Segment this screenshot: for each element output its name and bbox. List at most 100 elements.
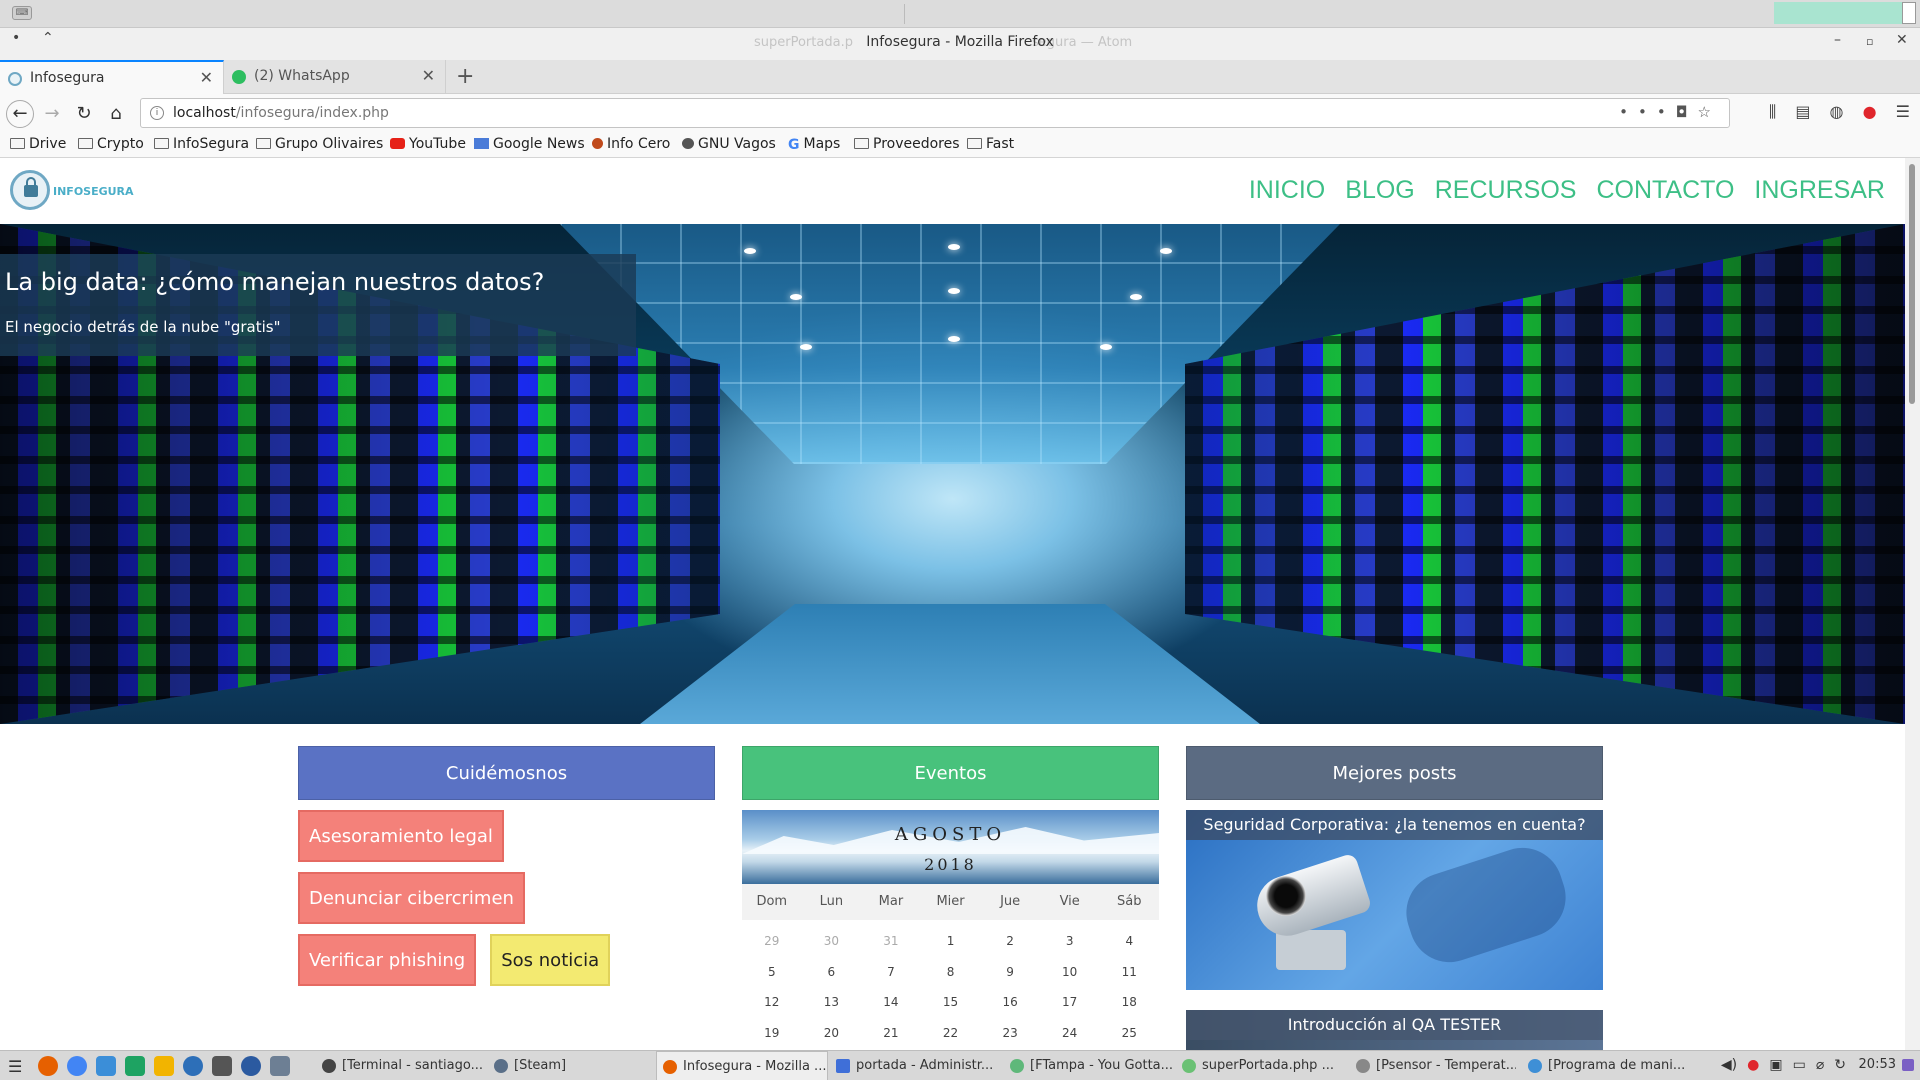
nav-contacto[interactable]: CONTACTO bbox=[1596, 176, 1734, 205]
notification-icon[interactable] bbox=[1902, 1059, 1914, 1071]
post-title[interactable]: Introducción al QA TESTER bbox=[1186, 1010, 1603, 1040]
window-icon[interactable] bbox=[270, 1056, 290, 1076]
bookmark-google-news[interactable]: Google News bbox=[474, 136, 585, 152]
home-button[interactable]: ⌂ bbox=[104, 102, 128, 126]
hero-title[interactable]: La big data: ¿cómo manejan nuestros dato… bbox=[5, 268, 544, 296]
close-window-button[interactable]: ✕ bbox=[1896, 32, 1908, 48]
denunciar-cibercrimen-button[interactable]: Denunciar cibercrimen bbox=[298, 872, 525, 924]
sidebar-icon[interactable]: ▤ bbox=[1795, 102, 1810, 121]
task-firefox[interactable]: Infosegura - Mozilla ... bbox=[656, 1051, 828, 1080]
temperature-icon[interactable]: ⌀ bbox=[1816, 1057, 1824, 1073]
sos-noticia-button[interactable]: Sos noticia bbox=[490, 934, 611, 986]
spreadsheet-icon[interactable] bbox=[125, 1056, 145, 1076]
calendar-day[interactable]: 14 bbox=[861, 987, 921, 1018]
asesoramiento-legal-button[interactable]: Asesoramiento legal bbox=[298, 810, 504, 862]
nav-ingresar[interactable]: INGRESAR bbox=[1754, 176, 1885, 205]
verificar-phishing-button[interactable]: Verificar phishing bbox=[298, 934, 477, 986]
infosegura-logo-icon[interactable] bbox=[10, 170, 50, 210]
url-bar[interactable]: i localhost/infosegura/index.php •••◘☆ bbox=[140, 98, 1730, 128]
library-icon[interactable]: ⫼ bbox=[1769, 102, 1776, 122]
post-card[interactable]: Seguridad Corporativa: ¿la tenemos en cu… bbox=[1186, 810, 1603, 990]
task-psensor[interactable]: [Psensor - Temperat... bbox=[1350, 1051, 1516, 1080]
update-icon[interactable]: ↻ bbox=[1834, 1057, 1846, 1073]
calendar-day[interactable]: 25 bbox=[1099, 1018, 1159, 1049]
maximize-button[interactable]: ▫ bbox=[1866, 35, 1873, 48]
brand-name[interactable]: INFOSEGURA bbox=[53, 185, 134, 198]
calendar-day[interactable]: 7 bbox=[861, 957, 921, 988]
applications-menu-icon[interactable]: ☰ bbox=[8, 1057, 22, 1076]
page-scrollbar[interactable] bbox=[1905, 158, 1920, 1050]
bookmark-proveedores[interactable]: Proveedores bbox=[854, 136, 960, 152]
calendar-day[interactable]: 15 bbox=[921, 987, 981, 1018]
calendar-day[interactable]: 16 bbox=[980, 987, 1040, 1018]
reload-button[interactable]: ↻ bbox=[72, 102, 96, 126]
minimize-button[interactable]: – bbox=[1834, 32, 1841, 48]
calendar-day[interactable]: 6 bbox=[802, 957, 862, 988]
chrome-icon[interactable] bbox=[67, 1056, 87, 1076]
post-card[interactable]: Introducción al QA TESTER bbox=[1186, 1010, 1603, 1050]
calendar-day[interactable]: 1 bbox=[921, 926, 981, 957]
calendar-day[interactable]: 17 bbox=[1040, 987, 1100, 1018]
calendar-day[interactable]: 8 bbox=[921, 957, 981, 988]
calendar-day[interactable]: 11 bbox=[1099, 957, 1159, 988]
calendar-day[interactable]: 30 bbox=[802, 926, 862, 957]
hero-banner[interactable]: La big data: ¿cómo manejan nuestros dato… bbox=[0, 224, 1905, 724]
hamburger-menu-icon[interactable]: ☰ bbox=[1896, 102, 1910, 121]
calendar-day[interactable]: 21 bbox=[861, 1018, 921, 1049]
bookmark-maps[interactable]: G Maps bbox=[788, 136, 840, 153]
pocket-icon[interactable]: ◘ bbox=[1676, 103, 1698, 121]
keyboard-icon[interactable]: ⌨ bbox=[12, 6, 32, 20]
calendar-day[interactable]: 18 bbox=[1099, 987, 1159, 1018]
page-actions-icon[interactable]: ••• bbox=[1619, 103, 1676, 121]
calendar-day[interactable]: 2 bbox=[980, 926, 1040, 957]
nav-inicio[interactable]: INICIO bbox=[1249, 176, 1325, 205]
close-tab-icon[interactable]: ✕ bbox=[200, 68, 213, 87]
files-icon[interactable] bbox=[96, 1056, 116, 1076]
bookmark-infosegura[interactable]: InfoSegura bbox=[154, 136, 249, 152]
bookmark-star-icon[interactable]: ☆ bbox=[1698, 103, 1721, 121]
volume-icon[interactable]: ◀) bbox=[1721, 1057, 1737, 1073]
calendar-day[interactable]: 20 bbox=[802, 1018, 862, 1049]
bookmark-drive[interactable]: Drive bbox=[10, 136, 66, 152]
forward-button[interactable]: → bbox=[40, 102, 64, 126]
thunderbird-icon[interactable] bbox=[183, 1056, 203, 1076]
task-steam[interactable]: [Steam] bbox=[488, 1051, 656, 1080]
new-tab-button[interactable]: + bbox=[456, 64, 474, 89]
url-text[interactable]: localhost/infosegura/index.php bbox=[173, 105, 389, 121]
bookmark-fast[interactable]: Fast bbox=[967, 136, 1014, 152]
display-icon[interactable]: ▣ bbox=[1769, 1057, 1782, 1073]
terminal-icon[interactable] bbox=[212, 1056, 232, 1076]
nav-blog[interactable]: BLOG bbox=[1345, 176, 1414, 205]
bookmark-gnu-vagos[interactable]: GNU Vagos bbox=[682, 136, 776, 152]
task-portada[interactable]: portada - Administr... bbox=[830, 1051, 1002, 1080]
nav-recursos[interactable]: RECURSOS bbox=[1435, 176, 1577, 205]
network-icon[interactable]: ▭ bbox=[1793, 1057, 1806, 1073]
calendar-day[interactable]: 29 bbox=[742, 926, 802, 957]
mega-icon[interactable]: ● bbox=[1747, 1057, 1759, 1073]
calendar-day[interactable]: 5 bbox=[742, 957, 802, 988]
settings-gear-icon[interactable] bbox=[241, 1056, 261, 1076]
bookmark-youtube[interactable]: YouTube bbox=[390, 136, 466, 152]
calendar-day[interactable]: 3 bbox=[1040, 926, 1100, 957]
task-terminal[interactable]: [Terminal - santiago... bbox=[316, 1051, 488, 1080]
task-ftampa[interactable]: [FTampa - You Gotta... bbox=[1004, 1051, 1172, 1080]
tab-whatsapp[interactable]: (2) WhatsApp ✕ bbox=[224, 60, 446, 94]
calendar-day[interactable]: 19 bbox=[742, 1018, 802, 1049]
notes-icon[interactable] bbox=[154, 1056, 174, 1076]
calendar-day[interactable]: 10 bbox=[1040, 957, 1100, 988]
task-programa[interactable]: [Programa de mani... bbox=[1522, 1051, 1692, 1080]
mega-extension-icon[interactable]: ● bbox=[1863, 102, 1877, 121]
clock[interactable]: 20:53 bbox=[1859, 1057, 1896, 1072]
bookmark-crypto[interactable]: Crypto bbox=[78, 136, 144, 152]
calendar-day[interactable]: 31 bbox=[861, 926, 921, 957]
scrollbar-thumb[interactable] bbox=[1909, 164, 1915, 404]
back-button[interactable]: ← bbox=[6, 100, 34, 128]
calendar-day[interactable]: 22 bbox=[921, 1018, 981, 1049]
calendar-day[interactable]: 4 bbox=[1099, 926, 1159, 957]
info-icon[interactable]: i bbox=[150, 106, 164, 120]
calendar-day[interactable]: 9 bbox=[980, 957, 1040, 988]
bookmark-info-cero[interactable]: Info Cero bbox=[592, 136, 670, 152]
calendar-day[interactable]: 24 bbox=[1040, 1018, 1100, 1049]
post-title[interactable]: Seguridad Corporativa: ¿la tenemos en cu… bbox=[1186, 810, 1603, 840]
calendar-day[interactable]: 23 bbox=[980, 1018, 1040, 1049]
